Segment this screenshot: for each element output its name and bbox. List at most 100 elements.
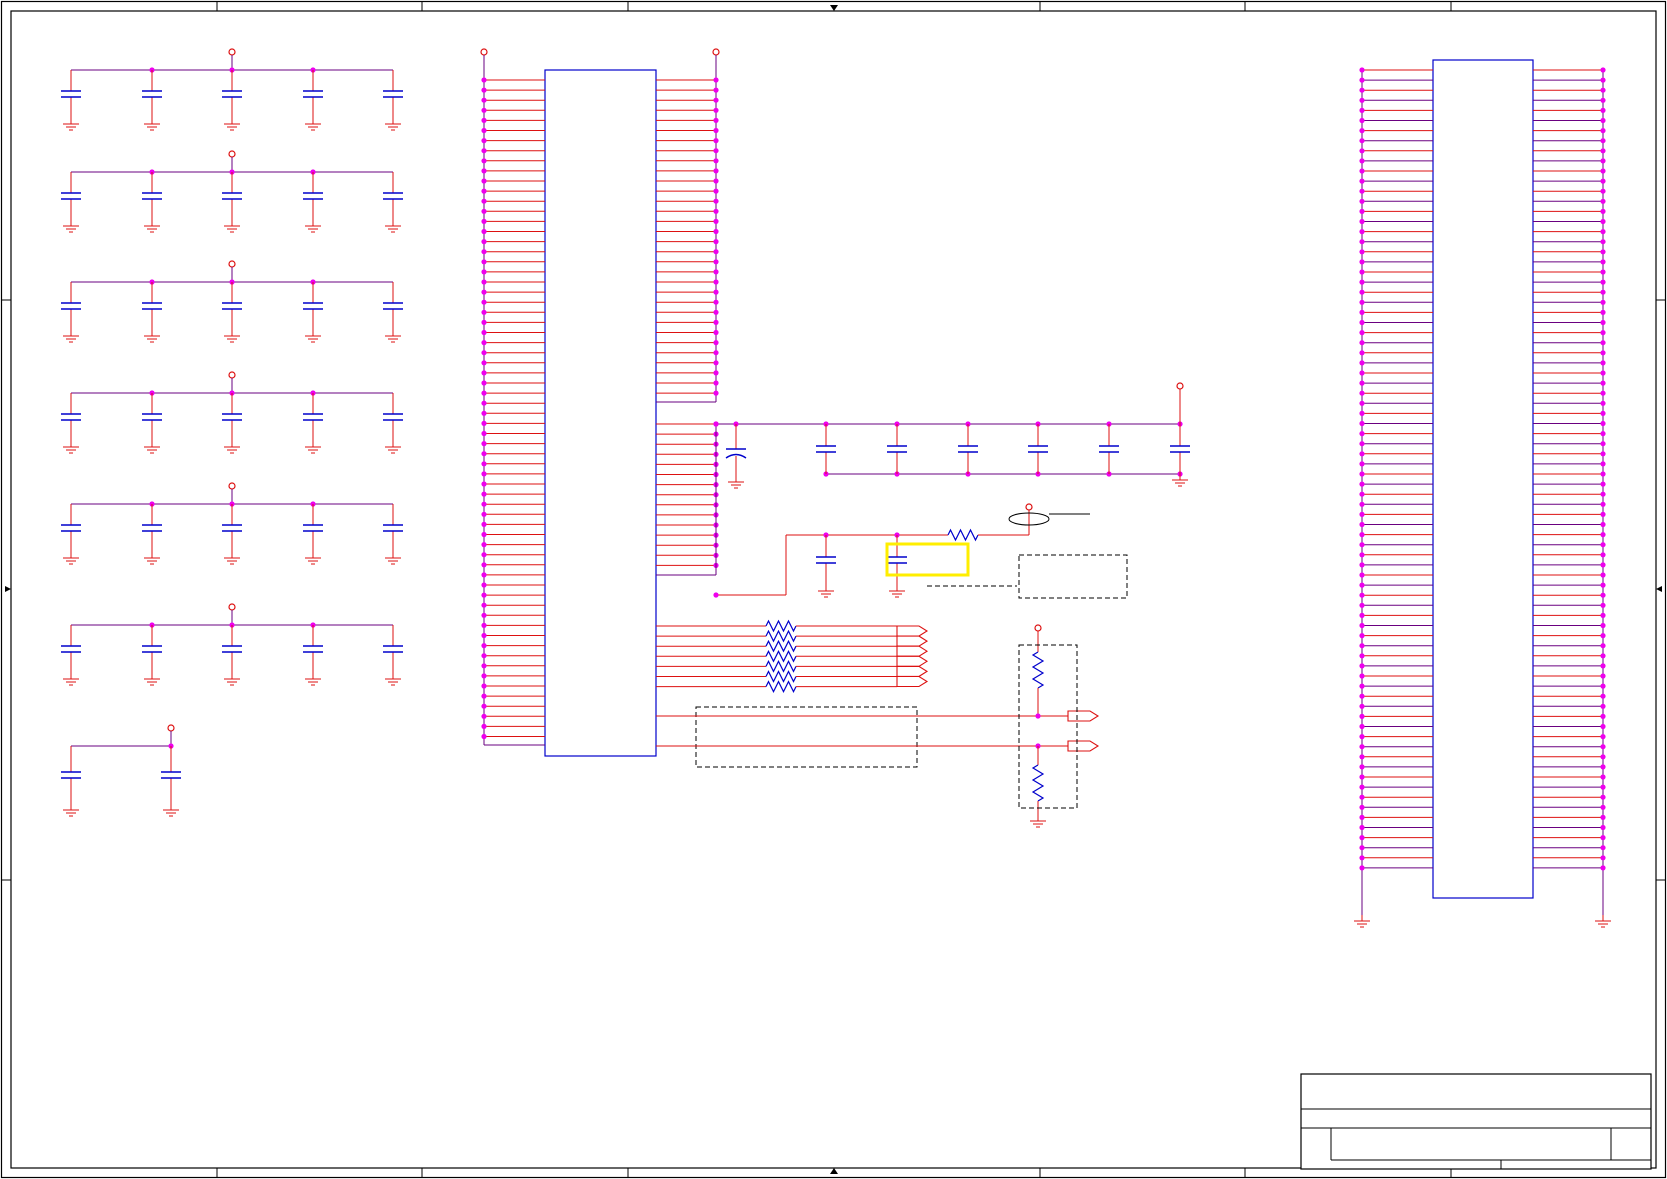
- ground-icon: [163, 804, 179, 817]
- note-box: [1018, 554, 1128, 599]
- off-sheet-port-icon: [896, 655, 929, 667]
- junction-dot: [1600, 582, 1606, 588]
- capacitor-icon: [303, 393, 323, 441]
- ground-icon: [385, 441, 401, 454]
- ic-body: [1432, 59, 1534, 899]
- capacitor-icon: [222, 172, 242, 220]
- junction-dot: [1600, 723, 1606, 730]
- junction-dot: [1359, 683, 1365, 689]
- junction-dot: [1359, 804, 1365, 810]
- junction-dot: [1600, 117, 1606, 124]
- junction-dot: [713, 158, 719, 164]
- ground-icon: [224, 673, 240, 686]
- junction-dot: [481, 239, 487, 245]
- note-box: [1018, 644, 1078, 809]
- junction-dot: [1600, 764, 1606, 770]
- junction-dot: [1359, 713, 1365, 720]
- resistor-icon: [765, 629, 797, 643]
- capacitor-icon: [303, 172, 323, 220]
- junction-dot: [1035, 713, 1041, 719]
- junction-dot: [1359, 602, 1365, 608]
- junction-dot: [1359, 542, 1365, 548]
- junction-dot: [1600, 501, 1606, 507]
- capacitor-icon: [61, 172, 81, 220]
- ground-icon: [305, 330, 321, 343]
- junction-dot: [1600, 148, 1606, 154]
- ground-icon: [305, 552, 321, 565]
- capacitor-icon: [142, 393, 162, 441]
- off-sheet-port-icon: [1067, 740, 1100, 752]
- ground-icon: [305, 441, 321, 454]
- resistor-zigzag: [765, 629, 797, 643]
- junction-dot: [481, 521, 487, 528]
- junction-dot: [1359, 330, 1365, 336]
- junction-dot: [1359, 128, 1365, 134]
- junction-dot: [1359, 158, 1365, 164]
- resistor-icon: [765, 619, 797, 633]
- ground-icon: [818, 585, 834, 598]
- junction-dot: [713, 249, 719, 255]
- junction-dot: [713, 370, 719, 376]
- junction-dot: [481, 531, 487, 538]
- junction-dot: [1359, 431, 1365, 437]
- junction-dot: [1600, 622, 1606, 629]
- ground-icon: [305, 220, 321, 233]
- junction-dot: [1600, 330, 1606, 336]
- resistor-icon: [765, 670, 797, 683]
- ic-u1: [480, 48, 720, 757]
- capacitor-group: [61, 371, 403, 454]
- junction-dot: [481, 249, 487, 255]
- junction-dot: [481, 582, 487, 588]
- junction-dot: [1359, 521, 1365, 528]
- ground-icon: [144, 118, 160, 131]
- ground-icon: [224, 552, 240, 565]
- junction-dot: [481, 542, 487, 548]
- junction-dot: [1600, 168, 1606, 174]
- junction-dot: [1359, 572, 1365, 578]
- junction-dot: [1359, 410, 1365, 416]
- junction-dot: [481, 259, 487, 265]
- junction-dot: [481, 683, 487, 689]
- junction-dot: [481, 441, 487, 447]
- ground-icon: [144, 673, 160, 686]
- capacitor-icon: [222, 504, 242, 552]
- junction-dot: [481, 552, 487, 558]
- junction-dot: [1359, 633, 1365, 639]
- junction-dot: [1359, 532, 1365, 538]
- capacitor-icon: [161, 746, 181, 804]
- junction-dot: [1600, 441, 1606, 447]
- junction-dot: [1600, 208, 1606, 214]
- junction-dot: [1600, 431, 1606, 437]
- ground-icon: [63, 330, 79, 343]
- off-sheet-port-icon: [896, 665, 929, 677]
- junction-dot: [481, 572, 487, 578]
- junction-dot: [481, 451, 487, 457]
- junction-dot: [1359, 309, 1365, 315]
- junction-dot: [713, 208, 719, 214]
- junction-dot: [1359, 299, 1365, 305]
- junction-dot: [1359, 501, 1365, 507]
- junction-dot: [1600, 572, 1606, 578]
- junction-dot: [481, 380, 487, 386]
- junction-dot: [481, 87, 487, 93]
- junction-dot: [713, 299, 719, 305]
- junction-dot: [1359, 168, 1365, 174]
- capacitor-icon: [222, 393, 242, 441]
- junction-dot: [1359, 67, 1365, 73]
- junction-dot: [713, 117, 719, 123]
- junction-dot: [713, 138, 719, 144]
- junction-dot: [1359, 622, 1365, 629]
- junction-dot: [481, 188, 487, 194]
- ground-icon: [63, 118, 79, 131]
- outer-frame: [0, 0, 1667, 1179]
- junction-dot: [481, 461, 487, 467]
- junction-dot: [481, 501, 487, 507]
- junction-dot: [1600, 239, 1606, 245]
- capacitor-icon: [958, 424, 978, 474]
- junction-dot: [481, 138, 487, 144]
- ground-icon: [1030, 815, 1046, 828]
- ic-body: [544, 69, 657, 757]
- resistor-zigzag: [765, 639, 797, 653]
- junction-dot: [1600, 138, 1606, 144]
- junction-dot: [481, 481, 487, 487]
